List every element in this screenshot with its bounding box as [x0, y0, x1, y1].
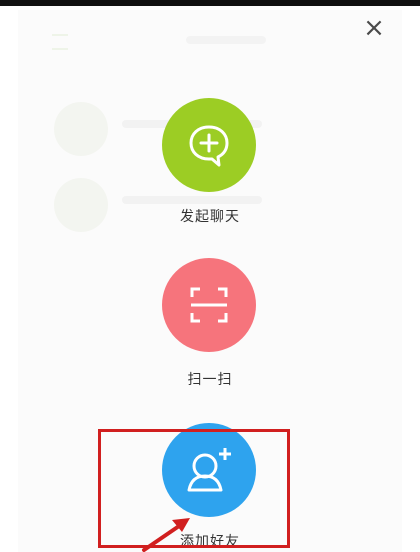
- chat-plus-icon: [189, 125, 229, 167]
- avatar: [54, 102, 108, 156]
- status-bar: [0, 0, 420, 6]
- close-icon[interactable]: ×: [360, 14, 388, 42]
- avatar: [54, 178, 108, 232]
- faded-title: [186, 36, 266, 44]
- arrow-icon: [142, 518, 190, 552]
- menu-icon: [52, 34, 68, 50]
- scan-label: 扫一扫: [187, 372, 233, 388]
- start-chat-button[interactable]: [162, 98, 256, 192]
- faded-text: [122, 196, 262, 204]
- scan-icon: [190, 287, 228, 323]
- scan-button[interactable]: [162, 258, 256, 352]
- start-chat-label: 发起聊天: [180, 209, 240, 225]
